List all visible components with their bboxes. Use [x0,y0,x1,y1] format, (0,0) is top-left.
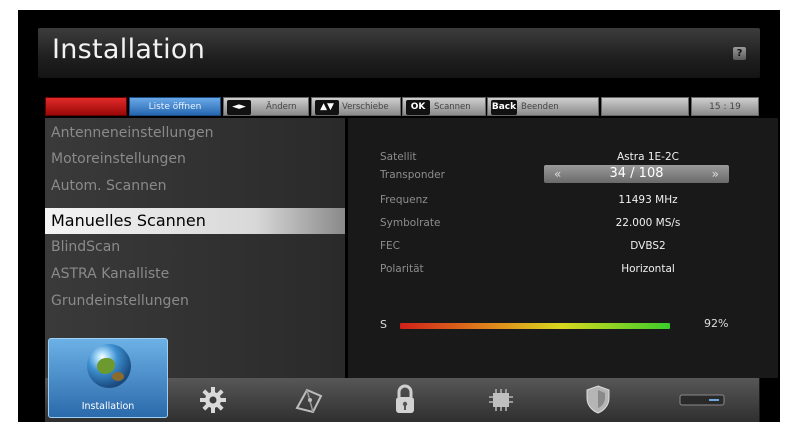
signal-percent: 92% [704,317,729,330]
polaritaet-value[interactable]: Horizontal [548,263,748,275]
fec-value[interactable]: DVBS2 [548,240,748,252]
lr-key-hint: ◄► Ändern [223,97,309,116]
blue-key-button[interactable]: Liste öffnen [129,97,221,116]
receiver-icon [679,394,725,406]
ok-key: OK [406,100,430,115]
ok-key-label: Scannen [434,102,471,112]
dock-item-installation[interactable]: Installation [48,338,168,418]
satellite-dish-icon [295,388,323,414]
menu-item-motoreinstellungen[interactable]: Motoreinstellungen [45,146,345,172]
up-down-arrows-icon: ▲▼ [315,100,339,115]
symbolrate-label: Symbolrate [380,217,441,229]
transponder-selector[interactable]: « 34 / 108 » [544,165,729,183]
tv-screen: Installation ? Liste öffnen ◄► Ändern ▲▼… [18,10,780,422]
menu-item-grundeinstellungen[interactable]: Grundeinstellungen [45,288,345,314]
ud-key-label: Verschiebe [342,102,389,112]
back-key-hint: Back Beenden [487,97,599,116]
symbolrate-value[interactable]: 22.000 MS/s [548,217,748,229]
frequenz-label: Frequenz [380,194,428,206]
menu-item-autom-scannen[interactable]: Autom. Scannen [45,173,345,199]
key-hint-bar: Liste öffnen ◄► Ändern ▲▼ Verschiebe OK … [45,97,759,116]
frequenz-value[interactable]: 11493 MHz [548,194,748,206]
empty-key-slot [601,97,689,116]
globe-icon [87,344,131,388]
page-title: Installation [52,34,206,65]
polaritaet-label: Polarität [380,263,424,275]
signal-label: S [380,318,387,331]
chevron-right-icon[interactable]: » [712,165,719,183]
satellit-label: Satellit [380,151,417,163]
fec-label: FEC [380,240,401,252]
dock-slot-satellite[interactable] [261,378,358,422]
scan-settings-panel: Satellit Astra 1E-2C Transponder « 34 / … [348,118,778,378]
chip-icon [489,389,513,411]
ok-key-hint: OK Scannen [402,97,486,116]
transponder-value: 34 / 108 [609,166,664,181]
shield-icon [586,385,610,414]
signal-strength-bar [400,323,670,329]
gear-icon [200,387,226,413]
satellit-value[interactable]: Astra 1E-2C [548,151,748,163]
ud-key-hint: ▲▼ Verschiebe [311,97,401,116]
dock-slot-system[interactable] [453,378,550,422]
dock-slot-receiver[interactable] [645,378,760,422]
red-key-button[interactable] [45,97,127,116]
help-icon[interactable]: ? [733,47,746,60]
menu-item-blindscan[interactable]: BlindScan [45,234,345,260]
dock-item-label: Installation [81,401,135,412]
back-key: Back [491,100,517,115]
padlock-icon [396,384,414,413]
left-right-arrows-icon: ◄► [227,100,251,115]
menu-item-astra-kanalliste[interactable]: ASTRA Kanalliste [45,261,345,287]
clock: 15 : 19 [691,97,759,116]
back-key-label: Beenden [521,102,559,112]
dock-slot-settings[interactable] [165,378,262,422]
title-bar: Installation ? [38,28,760,78]
menu-item-manuelles-scannen[interactable]: Manuelles Scannen [45,208,345,234]
dock-slot-security[interactable] [549,378,646,422]
transponder-label: Transponder [380,169,445,181]
dock-slot-lock[interactable] [357,378,454,422]
lr-key-label: Ändern [266,102,297,112]
menu-item-antenneneinstellungen[interactable]: Antenneneinstellungen [45,120,345,146]
